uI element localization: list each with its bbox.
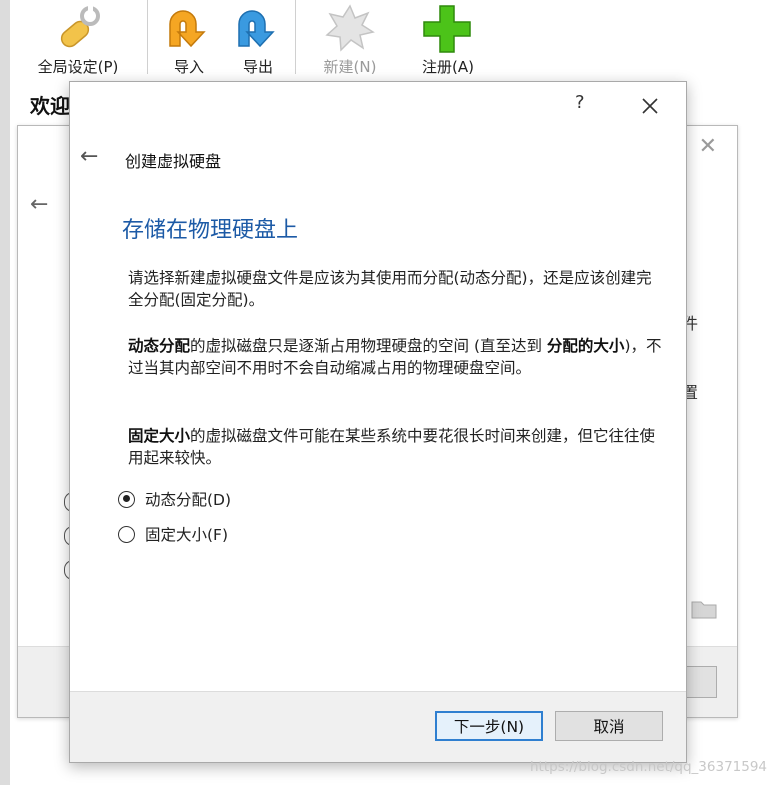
main-toolbar: 全局设定(P) 导入 导出 新建(N) 注册(A) (10, 0, 784, 82)
watermark-text: https://blog.csdn.net/qq_36371594 (530, 759, 768, 775)
dynamic-description: 动态分配的虚拟磁盘只是逐渐占用物理硬盘的空间 (直至达到 分配的大小)，不过当其… (128, 335, 662, 379)
fixed-size-option[interactable]: 固定大小(F) (118, 523, 228, 545)
next-button[interactable]: 下一步(N) (435, 711, 543, 741)
back-arrow-icon[interactable]: ← (80, 144, 98, 169)
close-icon[interactable] (638, 94, 662, 118)
folder-icon[interactable] (690, 596, 718, 620)
new-star-icon (325, 4, 375, 52)
dialog-title: 创建虚拟硬盘 (125, 152, 222, 171)
global-settings-button[interactable]: 全局设定(P) (24, 0, 132, 82)
radio-selected[interactable] (118, 490, 135, 508)
import-button[interactable]: 导入 (157, 0, 221, 82)
new-button[interactable]: 新建(N) (310, 0, 390, 82)
bold-term: 分配的大小 (546, 337, 625, 355)
create-virtual-disk-dialog: ? ← 创建虚拟硬盘 存储在物理硬盘上 请选择新建虚拟硬盘文件是应该为其使用而分… (69, 81, 687, 763)
paragraph-text: 的虚拟磁盘文件可能在某些系统中要花很长时间来创建，但它往往使用起来较快。 (128, 427, 656, 467)
settings-wrench-icon (60, 6, 100, 48)
close-icon[interactable]: ✕ (699, 134, 717, 159)
bold-term: 固定大小 (128, 427, 191, 445)
paragraph-text: 的虚拟磁盘只是逐渐占用物理硬盘的空间 (直至达到 (190, 337, 547, 355)
new-label: 新建(N) (323, 58, 377, 76)
back-arrow-icon[interactable]: ← (30, 192, 48, 217)
toolbar-separator (295, 0, 296, 74)
register-label: 注册(A) (422, 58, 474, 76)
page-heading: 存储在物理硬盘上 (122, 218, 299, 243)
welcome-title: 欢迎 (30, 94, 70, 118)
add-plus-icon (423, 5, 471, 53)
import-arrow-icon (169, 10, 206, 48)
radio-unselected[interactable] (118, 525, 135, 543)
option-label: 动态分配(D) (145, 491, 232, 509)
dialog-footer: 下一步(N) 取消 (70, 691, 686, 762)
option-label: 固定大小(F) (145, 526, 229, 544)
description-paragraph: 请选择新建虚拟硬盘文件是应该为其使用而分配(动态分配)，还是应该创建完全分配(固… (128, 269, 652, 309)
window-edge (0, 0, 10, 785)
fixed-description: 固定大小的虚拟磁盘文件可能在某些系统中要花很长时间来创建，但它往往使用起来较快。 (128, 425, 662, 469)
cancel-button[interactable]: 取消 (555, 711, 663, 741)
bold-term: 动态分配 (128, 337, 191, 355)
help-button[interactable]: ? (575, 92, 585, 113)
global-settings-label: 全局设定(P) (37, 58, 119, 76)
export-label: 导出 (242, 58, 273, 76)
register-button[interactable]: 注册(A) (408, 0, 488, 82)
import-label: 导入 (173, 58, 204, 76)
toolbar-separator (147, 0, 148, 74)
export-arrow-icon (238, 10, 275, 48)
export-button[interactable]: 导出 (226, 0, 290, 82)
dynamic-allocation-option[interactable]: 动态分配(D) (118, 488, 231, 510)
